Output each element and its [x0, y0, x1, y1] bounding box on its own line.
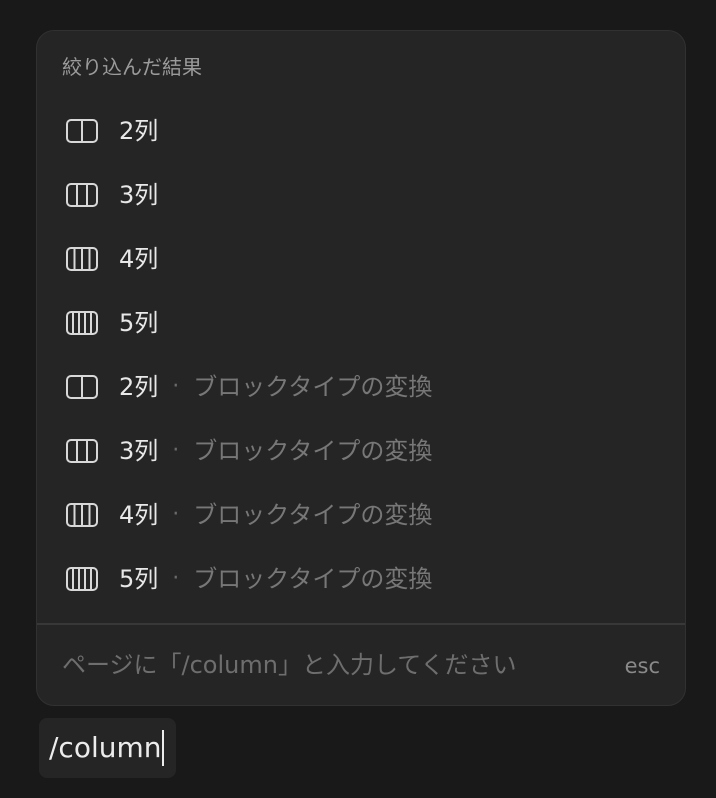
columns-3-icon — [66, 183, 98, 207]
menu-item-columns-3[interactable]: 3列 — [37, 163, 685, 227]
menu-item-label: 3列 — [119, 437, 159, 465]
menu-item-columns-4[interactable]: 4列 — [37, 227, 685, 291]
menu-footer-hint: ページに「/column」と入力してください — [62, 651, 517, 679]
columns-5-icon — [66, 311, 98, 335]
menu-item-separator: · — [172, 374, 180, 399]
menu-item-subtitle: ブロックタイプの変換 — [193, 501, 433, 529]
menu-item-turn-into-columns-2[interactable]: 2列 · ブロックタイプの変換 — [37, 355, 685, 419]
menu-item-label: 4列 — [119, 501, 159, 529]
columns-2-icon — [66, 375, 98, 399]
menu-item-label: 2列 — [119, 117, 159, 145]
menu-item-turn-into-columns-5[interactable]: 5列 · ブロックタイプの変換 — [37, 547, 685, 611]
menu-item-subtitle: ブロックタイプの変換 — [193, 373, 433, 401]
menu-item-separator: · — [172, 438, 180, 463]
columns-4-icon — [66, 247, 98, 271]
slash-command-menu: 絞り込んだ結果 2列 3列 4列 5列 2列 · ブロックタイプの変換 3列 · — [36, 30, 686, 706]
menu-items: 2列 3列 4列 5列 2列 · ブロックタイプの変換 3列 · ブロックタイプ… — [37, 99, 685, 611]
menu-item-turn-into-columns-3[interactable]: 3列 · ブロックタイプの変換 — [37, 419, 685, 483]
menu-item-label: 4列 — [119, 245, 159, 273]
menu-item-separator: · — [172, 566, 180, 591]
menu-divider — [37, 623, 685, 625]
menu-item-label: 3列 — [119, 181, 159, 209]
menu-item-label: 5列 — [119, 565, 159, 593]
menu-item-turn-into-columns-4[interactable]: 4列 · ブロックタイプの変換 — [37, 483, 685, 547]
menu-header: 絞り込んだ結果 — [62, 55, 202, 79]
editor-input-text[interactable]: /column — [49, 731, 162, 765]
menu-item-columns-2[interactable]: 2列 — [37, 99, 685, 163]
menu-item-columns-5[interactable]: 5列 — [37, 291, 685, 355]
menu-item-label: 5列 — [119, 309, 159, 337]
columns-5-icon — [66, 567, 98, 591]
menu-item-separator: · — [172, 502, 180, 527]
columns-2-icon — [66, 119, 98, 143]
editor-block[interactable]: /column — [39, 718, 176, 778]
menu-item-subtitle: ブロックタイプの変換 — [193, 437, 433, 465]
esc-close-button[interactable]: esc — [625, 653, 660, 679]
columns-3-icon — [66, 439, 98, 463]
columns-4-icon — [66, 503, 98, 527]
menu-item-subtitle: ブロックタイプの変換 — [193, 565, 433, 593]
menu-item-label: 2列 — [119, 373, 159, 401]
text-caret — [161, 730, 164, 766]
